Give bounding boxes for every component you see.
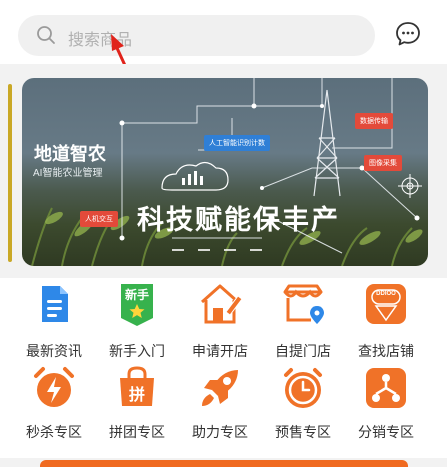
menu-item-beginner[interactable]: 新手 新手入门 [94, 278, 178, 366]
group-buy-badge-text: 拼 [128, 387, 145, 404]
menu-item-label: 分销专区 [358, 424, 414, 440]
menu-item-flash-sale[interactable]: 秒杀专区 [11, 366, 95, 454]
category-grid: 最新资讯 新手 新手入门 申请开店 自提门店 DDIOO 查找店铺 秒杀专区 拼… [0, 278, 447, 458]
menu-item-label: 自提门店 [275, 343, 331, 359]
distribution-icon [366, 368, 406, 408]
rocket-icon [202, 370, 238, 406]
beginner-badge-text: 新手 [124, 288, 149, 302]
news-document-icon [42, 286, 68, 322]
menu-item-label: 最新资讯 [26, 343, 82, 359]
menu-item-label: 秒杀专区 [26, 424, 82, 440]
menu-item-label: 申请开店 [192, 343, 248, 359]
menu-item-presale[interactable]: 预售专区 [260, 366, 344, 454]
menu-item-label: 查找店铺 [358, 343, 414, 359]
banner-slogan: 科技赋能保丰产 [137, 205, 340, 235]
banner-tag: 数据传输 [355, 113, 393, 129]
find-store-icon [366, 284, 406, 324]
menu-item-distribution[interactable]: 分销专区 [343, 366, 427, 454]
menu-item-pickup-store[interactable]: 自提门店 [260, 278, 344, 366]
banner-carousel[interactable]: 地道智农 AI智能农业管理 科技赋能保丰产 人工智能识别计数 数据传输 图像采集… [22, 78, 428, 266]
menu-item-label: 拼团专区 [109, 424, 165, 440]
banner-title: 地道智农 [34, 144, 106, 164]
banner-subtitle: AI智能农业管理 [33, 168, 103, 179]
banner-tag: 人工智能识别计数 [204, 135, 270, 151]
top-bar: 搜索商品 [0, 0, 447, 64]
menu-item-label: 预售专区 [275, 424, 331, 440]
find-store-badge-text: DDIOO [376, 291, 396, 297]
menu-item-group-buy[interactable]: 拼 拼团专区 [94, 366, 178, 454]
menu-item-label: 助力专区 [192, 424, 248, 440]
menu-item-label: 新手入门 [109, 343, 165, 359]
menu-item-apply-store[interactable]: 申请开店 [177, 278, 261, 366]
banner-tag: 人机交互 [80, 211, 118, 227]
search-icon [37, 26, 55, 44]
banner-side-accent [8, 84, 12, 262]
apply-store-icon [201, 284, 242, 324]
pickup-store-icon [283, 284, 324, 324]
search-placeholder: 搜索商品 [68, 32, 133, 49]
menu-item-find-store[interactable]: DDIOO 查找店铺 [343, 278, 427, 366]
chat-bubble-icon[interactable] [395, 21, 421, 47]
menu-item-news[interactable]: 最新资讯 [11, 278, 95, 366]
banner-tag: 图像采集 [364, 155, 402, 171]
menu-item-boost[interactable]: 助力专区 [177, 366, 261, 454]
search-input[interactable]: 搜索商品 [18, 15, 375, 56]
bottom-banner-edge [40, 460, 408, 467]
flash-sale-icon [34, 367, 74, 407]
presale-clock-icon [284, 368, 322, 408]
